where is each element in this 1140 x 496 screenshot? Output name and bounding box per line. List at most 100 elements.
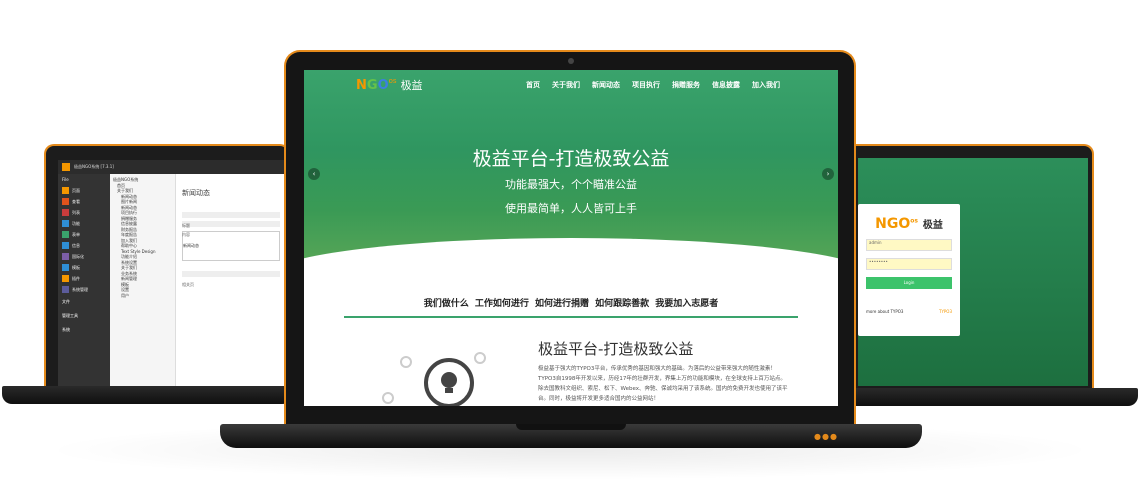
feature-tabs[interactable]: 我们做什么 工作如何进行 如何进行捐赠 如何跟踪善款 我要加入志愿者 (304, 296, 838, 309)
element-label: 新闻动态 (183, 243, 199, 248)
label-row: 相关页 (182, 271, 280, 287)
module-icon (62, 187, 69, 194)
module-label: 功能 (72, 220, 80, 226)
right-laptop-base (842, 388, 1138, 406)
module-icon (62, 264, 69, 271)
module-item[interactable]: 插件 (58, 273, 110, 284)
label-row: 内容 (182, 221, 280, 237)
menu-item[interactable]: 关于我们 (552, 80, 580, 90)
section-header[interactable]: 系统 (58, 323, 110, 337)
section-header[interactable]: 管理工具 (58, 309, 110, 323)
article-title: 极益平台-打造极致公益 (538, 340, 694, 358)
module-item[interactable]: 功能 (58, 218, 110, 229)
logo-os: os (388, 77, 397, 85)
module-icon (62, 198, 69, 205)
content-title: 新闻动态 (182, 189, 210, 197)
center-laptop-base: ●●● (220, 424, 922, 448)
logo-n: N (356, 78, 367, 93)
menu-item[interactable]: 新闻动态 (592, 80, 620, 90)
module-icon (62, 242, 69, 249)
product-showcase: 极益NGO系统 [7.3.1] File 页面查看列表功能表单信息国际化模板插件… (0, 0, 1140, 496)
article-body: 极益基于强大的TYPO3平台，传承优秀的基因和强大的基础。为落后的公益带来强大的… (538, 366, 788, 402)
logo-text: NGO (875, 216, 911, 232)
module-item[interactable]: 页面 (58, 185, 110, 196)
hero-title: 极益平台-打造极致公益 (472, 148, 670, 170)
tree-node[interactable]: 用户 (113, 293, 172, 299)
center-laptop: N G O os 极益 首页 关于我们 新闻动态 项目执行 捐赠服务 信息披露 加入我们 极… (284, 50, 856, 426)
hero-line1: 功能最强大，个个瞄准公益 (505, 178, 637, 191)
next-slide-button[interactable]: › (822, 168, 834, 180)
logo-os: os (910, 217, 918, 225)
module-item[interactable]: 国际化 (58, 251, 110, 262)
module-label: 插件 (72, 275, 80, 281)
module-label: 列表 (72, 209, 80, 215)
module-item[interactable]: 模板 (58, 262, 110, 273)
menu-item[interactable]: 捐赠服务 (672, 80, 700, 90)
module-label: 系统管理 (72, 286, 88, 292)
logo-name: 极益 (922, 220, 943, 231)
content-element[interactable]: 新闻动态 (182, 231, 280, 261)
login-panel: NGOos 极益 admin •••••••• Login more about… (858, 204, 960, 336)
username-input[interactable]: admin (866, 239, 952, 251)
module-label: 页面 (72, 187, 80, 193)
left-laptop: 极益NGO系统 [7.3.1] File 页面查看列表功能表单信息国际化模板插件… (44, 144, 290, 392)
login-footer: more about TYPO3 TYPO3 (866, 309, 952, 314)
prev-slide-button[interactable]: ‹ (308, 168, 320, 180)
hero-line2: 使用最简单，人人皆可上手 (505, 202, 637, 215)
login-button[interactable]: Login (866, 277, 952, 289)
right-screen: NGOos 极益 admin •••••••• Login more about… (858, 158, 1088, 386)
module-label: 信息 (72, 242, 80, 248)
divider-line (344, 316, 798, 318)
module-item[interactable]: 系统管理 (58, 284, 110, 295)
module-item[interactable]: 列表 (58, 207, 110, 218)
module-item[interactable]: 查看 (58, 196, 110, 207)
page-tree: 极益NGO系统 首页 关于我们 新闻动态 图片新闻 新闻动态 项目执行 捐赠服务 信息披露 财务报… (110, 174, 176, 386)
indicator-lights: ●●● (814, 432, 838, 441)
login-logo: NGOos 极益 (866, 216, 952, 232)
section-header[interactable]: 文件 (58, 295, 110, 309)
footer-brand: TYPO3 (939, 309, 952, 314)
password-input[interactable]: •••••••• (866, 258, 952, 270)
module-menu: File 页面查看列表功能表单信息国际化模板插件系统管理 文件 管理工具 系统 (58, 174, 110, 386)
logo-g: G (366, 78, 378, 93)
content-area: 新闻动态 标题 内容 新闻动态 相关页 (176, 174, 286, 386)
base-notch (516, 424, 626, 430)
module-item[interactable]: 信息 (58, 240, 110, 251)
module-label: 查看 (72, 198, 80, 204)
logo-o: O (377, 78, 389, 93)
module-item[interactable]: 表单 (58, 229, 110, 240)
menu-item[interactable]: 首页 (526, 80, 540, 90)
logo-name: 极益 (400, 79, 423, 92)
label-related: 相关页 (182, 282, 194, 287)
module-label: 模板 (72, 264, 80, 270)
module-icon (62, 220, 69, 227)
module-icon (62, 253, 69, 260)
site-logo[interactable]: N G O os 极益 (356, 77, 423, 93)
module-icon (62, 209, 69, 216)
left-laptop-base (2, 386, 292, 404)
pin-icon (474, 352, 486, 364)
top-nav: N G O os 极益 首页 关于我们 新闻动态 项目执行 捐赠服务 信息披露 加入我们 (304, 70, 838, 100)
pin-icon (382, 392, 394, 404)
module-label: 国际化 (72, 253, 84, 259)
menu-item[interactable]: 信息披露 (712, 80, 740, 90)
menu-item[interactable]: 项目执行 (632, 80, 660, 90)
left-titlebar: 极益NGO系统 [7.3.1] (58, 160, 286, 174)
typo3-logo-icon (62, 163, 70, 171)
module-icon (62, 286, 69, 293)
pin-icon (400, 356, 412, 368)
footer-text: more about TYPO3 (866, 309, 904, 314)
label-row: 标题 (182, 212, 280, 228)
menu-item[interactable]: 加入我们 (752, 80, 780, 90)
hero-curve (304, 238, 838, 270)
file-label: File (62, 177, 69, 182)
hero-banner: N G O os 极益 首页 关于我们 新闻动态 项目执行 捐赠服务 信息披露 加入我们 极… (304, 70, 838, 270)
module-icon (62, 275, 69, 282)
center-screen: N G O os 极益 首页 关于我们 新闻动态 项目执行 捐赠服务 信息披露 加入我们 极… (304, 70, 838, 406)
main-menu: 首页 关于我们 新闻动态 项目执行 捐赠服务 信息披露 加入我们 (526, 80, 780, 90)
file-row[interactable]: File (58, 174, 110, 185)
lightbulb-icon (424, 358, 474, 406)
left-screen: 极益NGO系统 [7.3.1] File 页面查看列表功能表单信息国际化模板插件… (58, 160, 286, 386)
module-icon (62, 231, 69, 238)
right-laptop: NGOos 极益 admin •••••••• Login more about… (846, 144, 1094, 394)
